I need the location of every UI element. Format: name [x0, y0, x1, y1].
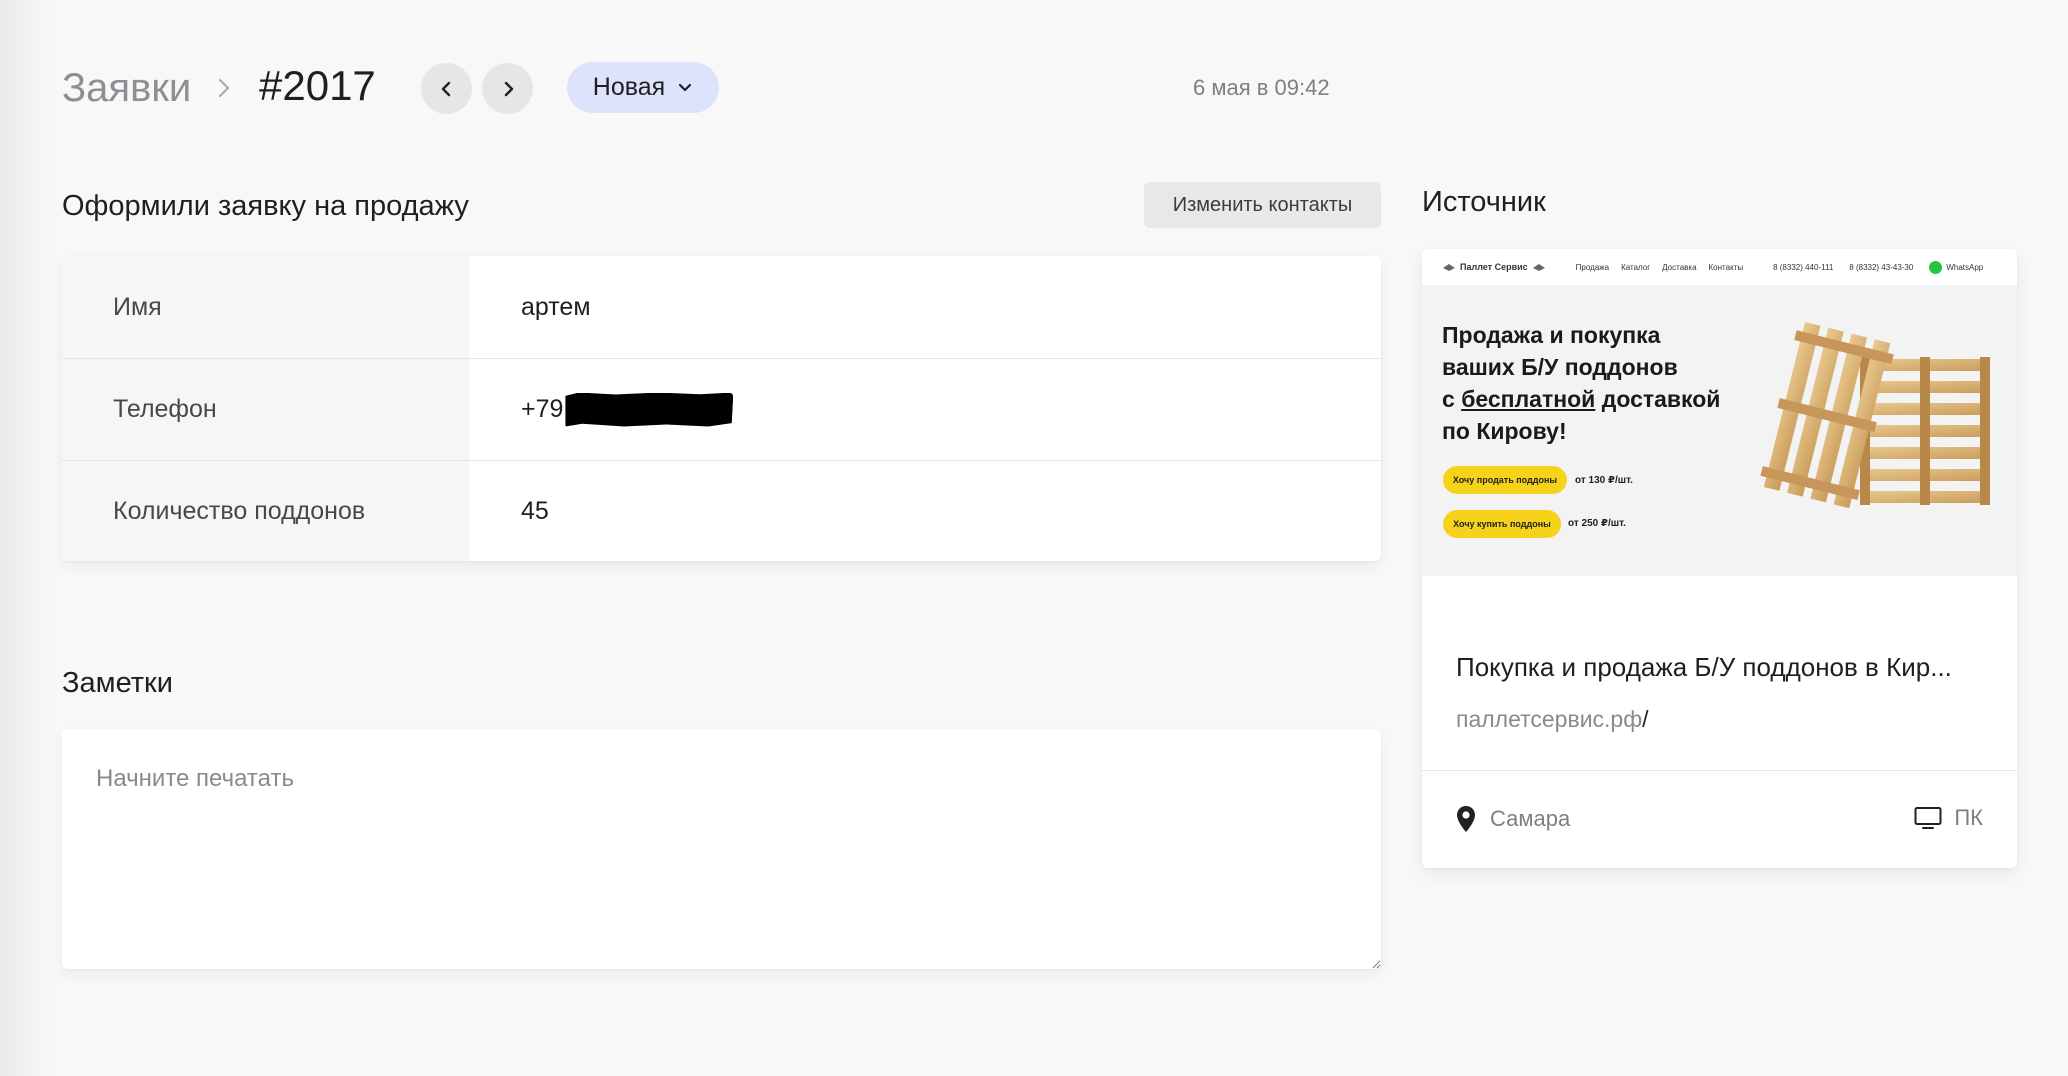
source-section-title: Источник	[1422, 186, 1546, 218]
location-pin-icon	[1457, 806, 1475, 832]
device-label: ПК	[1954, 805, 1983, 830]
preview-price-buy: от 250 ₽/шт.	[1568, 518, 1626, 529]
pallet-logo-icon	[1532, 264, 1545, 271]
divider	[1422, 770, 2017, 771]
pallet-logo-icon	[1443, 264, 1455, 271]
breadcrumb-root[interactable]: Заявки	[62, 62, 191, 114]
contact-info-table: Имя артем Телефон +79 Количество поддоно…	[62, 256, 1381, 561]
preview-phones: 8 (8332) 440-111 8 (8332) 43-43-30	[1773, 262, 1914, 272]
source-url-link[interactable]: паллетсервис.рф/	[1456, 706, 1649, 733]
city-label: Самара	[1490, 806, 1571, 831]
field-label: Количество поддонов	[62, 461, 469, 561]
site-preview-image[interactable]: Паллет Сервис Продажа Каталог Доставка К…	[1422, 249, 2017, 576]
chevron-right-icon	[504, 81, 513, 96]
visitor-location: Самара	[1456, 805, 1570, 833]
created-timestamp: 6 мая в 09:42	[1193, 75, 1330, 100]
pallet-stack-image	[1760, 321, 1990, 509]
whatsapp-icon	[1929, 260, 1943, 274]
info-row-name: Имя артем	[62, 256, 1381, 358]
field-label: Телефон	[62, 359, 469, 460]
deal-section-title: Оформили заявку на продажу	[62, 190, 469, 222]
preview-logo: Паллет Сервис	[1442, 262, 1546, 272]
info-row-pallets: Количество поддонов 45	[62, 460, 1381, 561]
preview-cta-sell: Хочу продать поддоны	[1443, 466, 1567, 494]
edit-contacts-button[interactable]: Изменить контакты	[1144, 182, 1381, 228]
notes-section-title: Заметки	[62, 667, 173, 699]
info-row-phone: Телефон +79	[62, 358, 1381, 460]
preview-price-sell: от 130 ₽/шт.	[1575, 475, 1633, 486]
pallet-count-value[interactable]: 45	[469, 461, 1381, 561]
redaction-mark	[565, 392, 734, 427]
chevron-left-icon	[441, 81, 450, 96]
chevron-right-icon	[219, 79, 229, 97]
left-edge-shade	[0, 0, 60, 1076]
preview-nav-links: Продажа Каталог Доставка Контакты	[1575, 262, 1744, 272]
desktop-monitor-icon	[1914, 807, 1942, 829]
phone-prefix: +79	[521, 395, 564, 423]
status-label: Новая	[592, 73, 666, 101]
field-label: Имя	[62, 256, 469, 358]
status-dropdown[interactable]: Новая	[567, 62, 719, 113]
previous-request-button[interactable]	[421, 63, 472, 114]
source-card: Паллет Сервис Продажа Каталог Доставка К…	[1422, 249, 2017, 868]
page-title: #2017	[259, 62, 376, 109]
visitor-device: ПК	[1914, 805, 1983, 831]
preview-cta-buy: Хочу купить поддоны	[1443, 510, 1561, 538]
notes-textarea[interactable]	[62, 729, 1381, 969]
preview-whatsapp: WhatsApp	[1929, 260, 1983, 274]
source-page-title: Покупка и продажа Б/У поддонов в Кир...	[1456, 652, 1952, 682]
next-request-button[interactable]	[482, 63, 533, 114]
preview-nav: Паллет Сервис Продажа Каталог Доставка К…	[1422, 249, 2017, 285]
name-value[interactable]: артем	[469, 256, 1381, 358]
phone-value[interactable]: +79	[469, 359, 1381, 460]
preview-headline: Продажа и покупка ваших Б/У поддонов с б…	[1442, 322, 1721, 444]
chevron-down-icon	[679, 83, 692, 91]
